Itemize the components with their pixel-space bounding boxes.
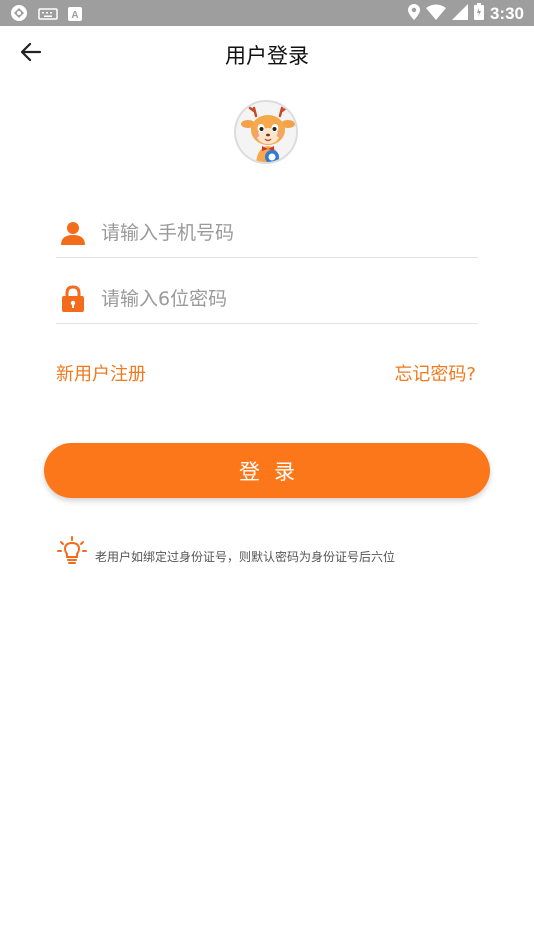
- lightbulb-icon: [57, 536, 87, 570]
- status-bar: A 3:30: [0, 0, 534, 26]
- tip: 老用户如绑定过身份证号，则默认密码为身份证号后六位: [57, 536, 395, 570]
- register-link[interactable]: 新用户注册: [56, 360, 146, 386]
- password-input[interactable]: [101, 287, 461, 310]
- svg-text:A: A: [71, 10, 78, 21]
- login-button[interactable]: 登录: [44, 443, 490, 498]
- password-field: [56, 274, 478, 324]
- phone-field: [56, 208, 478, 258]
- page-title: 用户登录: [225, 44, 309, 68]
- wifi-icon: [425, 4, 446, 24]
- phone-input[interactable]: [101, 221, 461, 244]
- settings-icon: [10, 4, 28, 26]
- lock-icon: [58, 284, 88, 314]
- status-time: 3:30: [489, 3, 524, 23]
- a-icon: A: [68, 6, 82, 25]
- header: 用户登录: [0, 26, 534, 82]
- location-icon: [407, 3, 420, 24]
- status-bar-left-icons: A: [10, 4, 82, 26]
- user-icon: [58, 218, 88, 248]
- signal-icon: [451, 3, 468, 24]
- battery-icon: [473, 3, 484, 24]
- status-bar-right-icons: 3:30: [407, 3, 524, 24]
- avatar: [234, 100, 298, 164]
- keyboard-icon: [38, 6, 58, 25]
- tip-text: 老用户如绑定过身份证号，则默认密码为身份证号后六位: [95, 549, 396, 564]
- deer-mascot-logo: [236, 102, 296, 162]
- forgot-password-link[interactable]: 忘记密码?: [394, 360, 476, 386]
